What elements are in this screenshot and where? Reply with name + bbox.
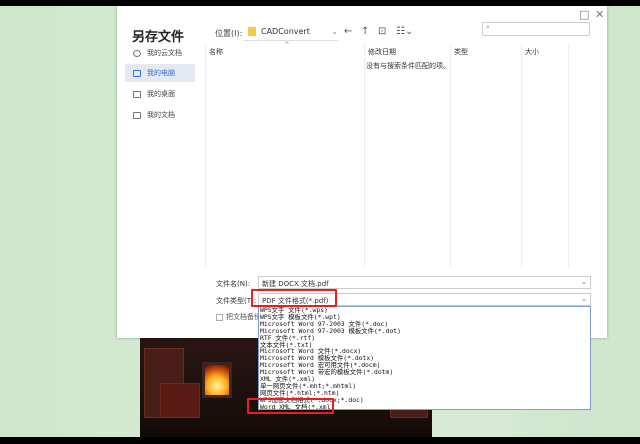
- column-header-size[interactable]: 大小: [522, 43, 569, 268]
- sidebar-item-cloud-docs[interactable]: 我的云文档: [125, 44, 195, 62]
- cloud-icon: [133, 49, 141, 57]
- chevron-down-icon: ⌄: [331, 27, 338, 36]
- location-dropdown[interactable]: CADConvert ⌄: [244, 23, 338, 41]
- file-list: 名称 ^ 修改日期 类型 大小: [205, 41, 595, 268]
- chevron-down-icon: ⌄: [581, 278, 587, 286]
- sort-ascending-icon: ^: [284, 41, 290, 49]
- chevron-down-icon: ⌄: [581, 295, 587, 303]
- column-label: 名称: [209, 48, 223, 56]
- column-header-name[interactable]: 名称 ^: [205, 41, 365, 268]
- save-file-dialog: □ ✕ 另存文件 位置(I): CADConvert ⌄ ← ↑ ⊡ ☷⌄ ⌕ 我…: [117, 6, 607, 338]
- checkbox-icon: [216, 313, 223, 321]
- desktop-icon: [133, 90, 141, 98]
- up-icon[interactable]: ↑: [361, 26, 369, 37]
- column-label: 修改日期: [368, 48, 396, 56]
- view-menu-icon[interactable]: ☷⌄: [396, 26, 413, 37]
- highlight-box-pdf-option: [247, 398, 334, 414]
- dialog-title: 另存文件: [132, 30, 185, 45]
- sidebar-label: 我的桌面: [147, 90, 175, 98]
- column-header-modified[interactable]: 修改日期: [365, 43, 451, 268]
- folder-icon: [133, 111, 141, 119]
- column-label: 类型: [454, 48, 468, 56]
- search-input[interactable]: ⌕: [482, 22, 590, 36]
- location-label: 位置(I):: [215, 29, 243, 38]
- sidebar-label: 我的云文档: [147, 49, 182, 57]
- sidebar-label: 我的文档: [147, 111, 175, 119]
- column-header-type[interactable]: 类型: [451, 43, 522, 268]
- backup-checkbox[interactable]: 把文档备份: [216, 312, 261, 322]
- sidebar-label: 我的电脑: [147, 69, 175, 77]
- close-icon[interactable]: ✕: [595, 8, 604, 21]
- sidebar-item-desktop[interactable]: 我的桌面: [125, 85, 195, 103]
- new-folder-icon[interactable]: ⊡: [378, 26, 386, 37]
- sidebar-item-documents[interactable]: 我的文档: [125, 106, 195, 124]
- highlight-box-filetype: [251, 289, 337, 307]
- column-label: 大小: [525, 48, 539, 56]
- sidebar-item-my-computer[interactable]: 我的电脑: [125, 64, 195, 82]
- fireplace: [202, 362, 232, 398]
- filetype-dropdown-list: WPS文字 文件(*.wps) WPS文字 模板文件(*.wpt) Microsof…: [258, 306, 591, 410]
- monitor-icon: [133, 69, 141, 77]
- location-value: CADConvert: [261, 27, 310, 36]
- back-icon[interactable]: ←: [344, 26, 352, 37]
- backup-label: 把文档备份: [226, 313, 261, 321]
- empty-message: 没有与搜索条件匹配的项。: [366, 62, 450, 70]
- filename-value: 新建 DOCX 文档.pdf: [262, 280, 329, 288]
- filename-label: 文件名(N):: [216, 280, 251, 288]
- folder-icon: [248, 27, 256, 36]
- maximize-icon[interactable]: □: [579, 8, 589, 21]
- filename-input[interactable]: 新建 DOCX 文档.pdf ⌄: [258, 276, 591, 289]
